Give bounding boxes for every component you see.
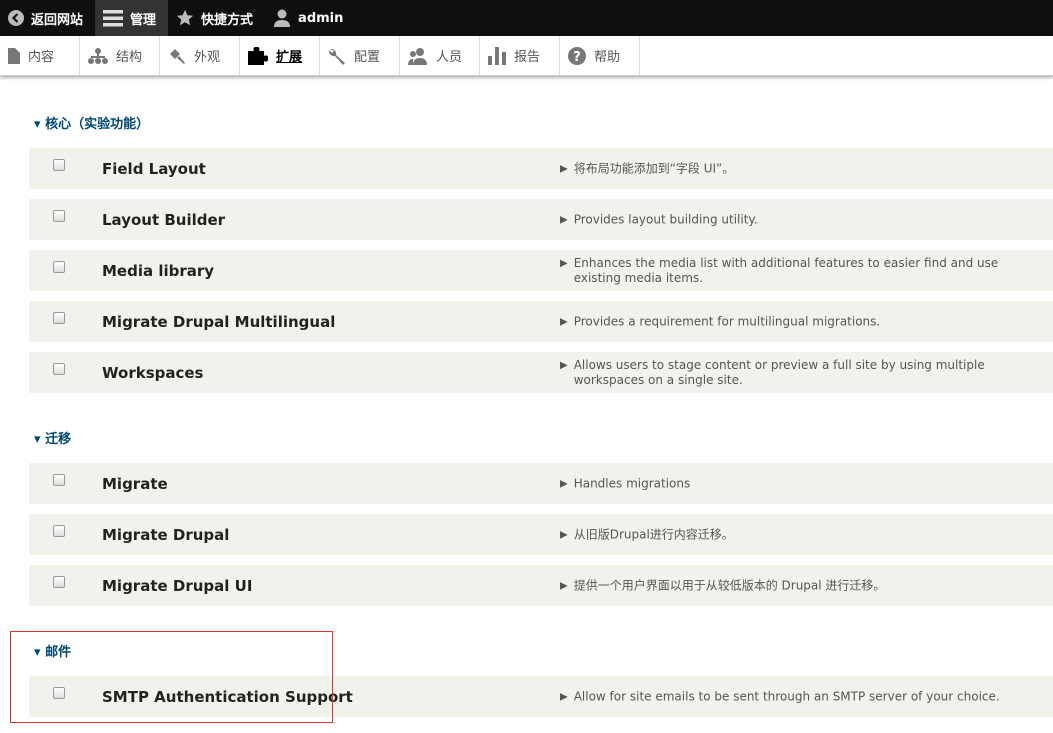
module-description-toggle[interactable]: ▶ Provides layout building utility. xyxy=(560,212,1045,227)
module-row: Media library ▶ Enhances the media list wi… xyxy=(29,250,1053,291)
back-to-site-button[interactable]: 返回网站 xyxy=(0,0,95,36)
puzzle-icon xyxy=(248,46,268,65)
expand-triangle-icon: ▶ xyxy=(560,214,568,225)
module-row: Migrate Drupal ▶ 从旧版Drupal进行内容迁移。 xyxy=(29,514,1053,555)
module-checkbox[interactable] xyxy=(53,474,65,486)
module-description-toggle[interactable]: ▶ Handles migrations xyxy=(560,476,1045,491)
module-name[interactable]: Layout Builder xyxy=(102,211,225,229)
paintbrush-icon xyxy=(170,48,185,64)
user-icon xyxy=(274,9,291,27)
module-list: ▾ 核心（实验功能） Field Layout ▶ 将布局功能添加到“字段 UI”。 L… xyxy=(0,76,1053,717)
module-row: Migrate ▶ Handles migrations xyxy=(29,463,1053,504)
module-checkbox[interactable] xyxy=(53,576,65,588)
module-description-toggle[interactable]: ▶ 从旧版Drupal进行内容迁移。 xyxy=(560,527,1045,542)
module-checkbox[interactable] xyxy=(53,525,65,537)
module-checkbox[interactable] xyxy=(53,159,65,171)
expand-triangle-icon: ▶ xyxy=(560,529,568,540)
tab-reports[interactable]: 报告 xyxy=(480,36,560,75)
file-icon xyxy=(8,47,20,64)
tab-help[interactable]: ? 帮助 xyxy=(560,36,640,75)
module-name[interactable]: Workspaces xyxy=(102,364,203,382)
menu-icon xyxy=(103,10,124,27)
module-row: Layout Builder ▶ Provides layout building … xyxy=(29,199,1053,240)
expand-triangle-icon: ▶ xyxy=(560,478,568,489)
module-name[interactable]: Media library xyxy=(102,262,214,280)
wrench-icon xyxy=(328,48,345,65)
admin-tray: 内容 结构 外观 扩展 配置 人员 报告 ? 帮助 xyxy=(0,36,1053,76)
module-description-toggle[interactable]: ▶ Allows users to stage content or previe… xyxy=(560,358,1045,388)
module-checkbox[interactable] xyxy=(53,210,65,222)
module-row: Migrate Drupal Multilingual ▶ Provides a r… xyxy=(29,301,1053,342)
expand-triangle-icon: ▶ xyxy=(560,359,568,371)
module-name[interactable]: Migrate Drupal Multilingual xyxy=(102,313,335,331)
star-icon xyxy=(176,9,194,26)
chevron-left-circle-icon xyxy=(8,10,24,26)
module-description-toggle[interactable]: ▶ Allow for site emails to be sent throug… xyxy=(560,689,1045,704)
user-button[interactable]: admin xyxy=(265,0,355,36)
tab-structure[interactable]: 结构 xyxy=(80,36,160,75)
module-checkbox[interactable] xyxy=(53,261,65,273)
expand-triangle-icon: ▶ xyxy=(560,580,568,591)
help-icon: ? xyxy=(568,46,586,65)
bar-chart-icon xyxy=(488,46,506,65)
shortcuts-button[interactable]: 快捷方式 xyxy=(168,0,265,36)
module-name[interactable]: Migrate Drupal xyxy=(102,526,229,544)
expand-triangle-icon: ▶ xyxy=(560,691,568,702)
tab-appearance[interactable]: 外观 xyxy=(160,36,240,75)
people-icon xyxy=(408,47,427,65)
module-description-toggle[interactable]: ▶ 提供一个用户界面以用于从较低版本的 Drupal 进行迁移。 xyxy=(560,578,1045,593)
module-row: Migrate Drupal UI ▶ 提供一个用户界面以用于从较低版本的 Drup… xyxy=(29,565,1053,606)
expand-triangle-icon: ▶ xyxy=(560,163,568,174)
tab-extend[interactable]: 扩展 xyxy=(240,36,320,75)
module-checkbox[interactable] xyxy=(53,312,65,324)
module-checkbox[interactable] xyxy=(53,363,65,375)
module-section: ▾ 核心（实验功能） Field Layout ▶ 将布局功能添加到“字段 UI”。 L… xyxy=(0,116,1053,393)
module-row: Workspaces ▶ Allows users to stage content… xyxy=(29,352,1053,393)
expand-triangle-icon: ▶ xyxy=(560,316,568,327)
module-name[interactable]: Migrate Drupal UI xyxy=(102,577,252,595)
admin-toolbar: 返回网站 管理 快捷方式 admin xyxy=(0,0,1053,36)
module-name[interactable]: Field Layout xyxy=(102,160,206,178)
section-toggle[interactable]: ▾ 核心（实验功能） xyxy=(34,116,1053,134)
module-description-toggle[interactable]: ▶ Provides a requirement for multilingual… xyxy=(560,314,1045,329)
section-toggle[interactable]: ▾ 迁移 xyxy=(34,431,1053,449)
tab-people[interactable]: 人员 xyxy=(400,36,480,75)
svg-text:?: ? xyxy=(573,50,581,65)
highlight-box xyxy=(10,631,333,723)
module-section: ▾ 迁移 Migrate ▶ Handles migrations Migrate Dr… xyxy=(0,431,1053,606)
tab-content[interactable]: 内容 xyxy=(0,36,80,75)
manage-button[interactable]: 管理 xyxy=(95,0,169,36)
sitemap-icon xyxy=(88,47,108,64)
expand-triangle-icon: ▶ xyxy=(560,257,568,269)
module-description-toggle[interactable]: ▶ 将布局功能添加到“字段 UI”。 xyxy=(560,161,1045,176)
module-name[interactable]: Migrate xyxy=(102,475,168,493)
tab-configuration[interactable]: 配置 xyxy=(320,36,400,75)
module-row: Field Layout ▶ 将布局功能添加到“字段 UI”。 xyxy=(29,148,1053,189)
module-description-toggle[interactable]: ▶ Enhances the media list with additional… xyxy=(560,256,1045,286)
